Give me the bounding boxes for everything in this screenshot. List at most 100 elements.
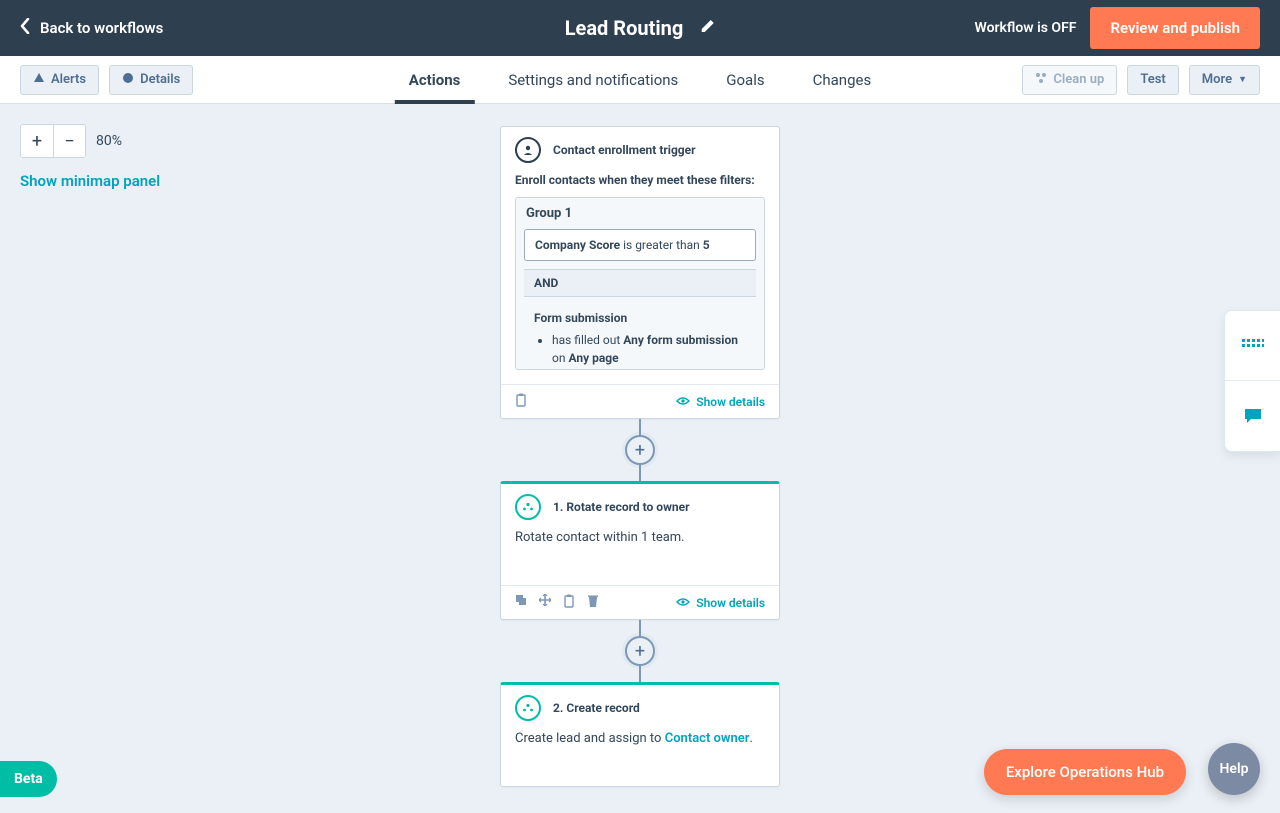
- step1-body: Rotate contact within 1 team.: [501, 530, 779, 585]
- eye-icon: [676, 596, 690, 610]
- info-icon: [122, 72, 134, 88]
- filter2-p4: Any page: [568, 351, 618, 365]
- more-button[interactable]: More ▼: [1189, 65, 1260, 95]
- step1-head: 1. Rotate record to owner: [501, 484, 779, 530]
- trigger-body: Enroll contacts when they meet these fil…: [501, 173, 779, 384]
- step-1-card[interactable]: 1. Rotate record to owner Rotate contact…: [500, 481, 780, 620]
- trigger-showdetails-label: Show details: [696, 395, 765, 409]
- copy-icon[interactable]: [515, 594, 527, 611]
- review-publish-button[interactable]: Review and publish: [1090, 7, 1260, 49]
- trigger-card[interactable]: Contact enrollment trigger Enroll contac…: [500, 126, 780, 419]
- more-label: More: [1202, 72, 1232, 87]
- filter1-value: 5: [703, 238, 710, 252]
- filter-group-label: Group 1: [516, 198, 764, 229]
- filter2-p2: Any form submission: [623, 333, 738, 347]
- step1-showdetails-label: Show details: [696, 596, 765, 610]
- connector-line: [639, 465, 641, 481]
- tab-actions[interactable]: Actions: [409, 56, 461, 103]
- topbar-right: Workflow is OFF Review and publish: [975, 7, 1261, 49]
- move-icon[interactable]: [539, 594, 551, 611]
- create-record-icon: [515, 695, 541, 721]
- filter-connector-and: AND: [524, 269, 756, 297]
- plus-icon: +: [635, 440, 645, 461]
- eye-icon: [676, 395, 690, 409]
- add-step-button-2[interactable]: +: [625, 636, 655, 666]
- step1-number: 1.: [553, 500, 563, 514]
- add-step-button-1[interactable]: +: [625, 435, 655, 465]
- tab-goals[interactable]: Goals: [726, 56, 764, 103]
- rotate-owner-icon: [515, 494, 541, 520]
- filter-group: Group 1 Company Score is greater than 5 …: [515, 197, 765, 370]
- zoom-row: + − 80%: [20, 124, 122, 158]
- trigger-foot: Show details: [501, 384, 779, 418]
- tab-changes-label: Changes: [813, 71, 872, 89]
- step1-foot-left: [515, 594, 599, 611]
- edit-title-icon[interactable]: [699, 18, 715, 38]
- caret-down-icon: ▼: [1238, 74, 1247, 85]
- connector-line: [639, 620, 641, 636]
- zoom-in-button[interactable]: +: [21, 125, 53, 157]
- step2-body-post: .: [749, 731, 752, 746]
- step2-body: Create lead and assign to Contact owner.: [501, 731, 779, 786]
- clipboard-icon[interactable]: [563, 594, 575, 611]
- workflow-flow: Contact enrollment trigger Enroll contac…: [500, 126, 780, 787]
- rail-item-chat-icon[interactable]: [1225, 381, 1280, 451]
- topbar: Back to workflows Lead Routing Workflow …: [0, 0, 1280, 56]
- step2-number: 2.: [553, 701, 563, 715]
- zoom-buttons: + −: [20, 124, 86, 158]
- topbar-center: Lead Routing: [565, 16, 716, 40]
- step2-title: 2. Create record: [553, 701, 640, 715]
- tab-changes[interactable]: Changes: [813, 56, 872, 103]
- trigger-show-details[interactable]: Show details: [676, 395, 765, 409]
- toolbar-left: Alerts Details: [20, 65, 193, 95]
- explore-operations-hub-button[interactable]: Explore Operations Hub: [984, 749, 1186, 795]
- step1-title-text: Rotate record to owner: [566, 500, 689, 514]
- step2-title-text: Create record: [566, 701, 639, 715]
- zoom-out-button[interactable]: −: [53, 125, 85, 157]
- filter2-p3: on: [552, 351, 565, 365]
- filter-form-submission[interactable]: Form submission has filled out Any form …: [524, 305, 756, 369]
- filter2-line: has filled out Any form submission on An…: [552, 331, 746, 367]
- details-button[interactable]: Details: [109, 65, 193, 95]
- trigger-head: Contact enrollment trigger: [501, 127, 779, 173]
- warning-icon: [33, 72, 45, 88]
- trigger-subtitle: Enroll contacts when they meet these fil…: [515, 173, 765, 187]
- workflow-status: Workflow is OFF: [975, 20, 1077, 36]
- tab-settings[interactable]: Settings and notifications: [508, 56, 678, 103]
- tab-goals-label: Goals: [726, 71, 764, 89]
- beta-badge[interactable]: Beta: [0, 761, 57, 797]
- step2-body-pre: Create lead and assign to: [515, 731, 665, 746]
- tab-actions-label: Actions: [409, 71, 461, 89]
- clipboard-icon[interactable]: [515, 393, 527, 410]
- toolbar-tabs: Actions Settings and notifications Goals…: [409, 56, 871, 103]
- step-2-card[interactable]: 2. Create record Create lead and assign …: [500, 682, 780, 787]
- step2-head: 2. Create record: [501, 685, 779, 731]
- trigger-title: Contact enrollment trigger: [553, 143, 696, 157]
- connector-line: [639, 419, 641, 435]
- plus-icon: +: [32, 131, 42, 152]
- step1-title: 1. Rotate record to owner: [553, 500, 689, 514]
- details-label: Details: [140, 72, 180, 87]
- filter-company-score[interactable]: Company Score is greater than 5: [524, 229, 756, 261]
- filter1-text: is greater than: [623, 238, 700, 252]
- connector-line: [639, 666, 641, 682]
- zoom-level: 80%: [96, 133, 122, 149]
- test-button[interactable]: Test: [1127, 65, 1178, 95]
- cleanup-button[interactable]: Clean up: [1022, 65, 1117, 95]
- alerts-button[interactable]: Alerts: [20, 65, 99, 95]
- filter1-field: Company Score: [535, 238, 620, 252]
- filter2-title: Form submission: [534, 311, 746, 325]
- page-title: Lead Routing: [565, 16, 684, 40]
- cleanup-label: Clean up: [1053, 72, 1104, 87]
- step1-show-details[interactable]: Show details: [676, 596, 765, 610]
- filter2-p1: has filled out: [552, 333, 620, 347]
- help-button[interactable]: Help: [1208, 743, 1260, 795]
- chevron-left-icon: [20, 18, 30, 38]
- delete-icon[interactable]: [587, 594, 599, 611]
- show-minimap-link[interactable]: Show minimap panel: [20, 172, 160, 190]
- minus-icon: −: [64, 131, 74, 152]
- cleanup-icon: [1035, 72, 1047, 88]
- rail-item-apps-icon[interactable]: [1225, 311, 1280, 381]
- step2-body-link[interactable]: Contact owner: [665, 731, 750, 746]
- back-to-workflows[interactable]: Back to workflows: [20, 18, 163, 38]
